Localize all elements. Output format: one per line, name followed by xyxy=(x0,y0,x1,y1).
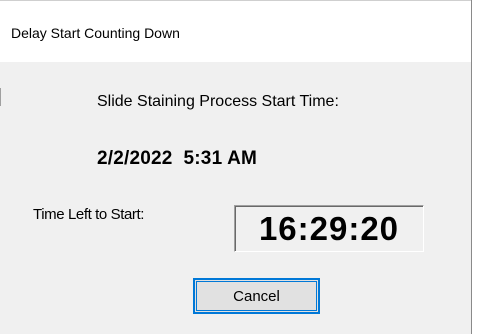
start-time-heading: Slide Staining Process Start Time: xyxy=(97,93,339,110)
title-bar[interactable]: Delay Start Counting Down xyxy=(0,0,471,62)
edge-divider xyxy=(0,88,1,106)
start-datetime-value: 2/2/2022 5:31 AM xyxy=(97,148,258,169)
countdown-display: 16:29:20 xyxy=(234,205,424,252)
countdown-value: 16:29:20 xyxy=(258,209,400,247)
cancel-button[interactable]: Cancel xyxy=(193,278,320,314)
delay-start-dialog: Delay Start Counting Down Slide Staining… xyxy=(0,0,472,334)
cancel-button-label: Cancel xyxy=(233,287,280,305)
time-left-label: Time Left to Start: xyxy=(33,206,145,223)
window-title: Delay Start Counting Down xyxy=(11,25,180,41)
